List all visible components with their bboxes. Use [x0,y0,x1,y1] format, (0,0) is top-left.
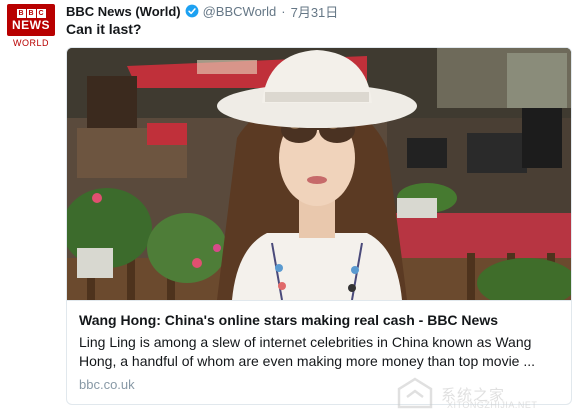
tweet-text: Can it last? [66,21,142,37]
photo-woman-in-sunhat-icon [67,48,571,300]
tweet-date[interactable]: 7月31日 [291,2,339,21]
verified-badge-icon [185,4,199,18]
card-image[interactable] [67,48,571,300]
watermark-site: XITONGZHIJIA.NET [447,400,538,410]
card-description: Ling Ling is among a slew of internet ce… [79,334,536,369]
bbc-news-logo: BBC NEWS [7,4,55,36]
avatar-world-label: WORLD [13,38,49,48]
bbc-blocks: BBC [16,8,46,18]
avatar[interactable]: BBC NEWS WORLD [6,4,56,50]
watermark: 系统之家 XITONGZHIJIA.NET [395,372,581,416]
link-card[interactable]: Wang Hong: China's online stars making r… [66,47,572,405]
header-separator: · [281,3,286,19]
avatar-news-label: NEWS [12,17,50,32]
tweet-header: BBC News (World) @BBCWorld · 7月31日 [66,2,339,21]
display-name[interactable]: BBC News (World) [66,4,181,19]
watermark-logo-icon [397,377,433,409]
card-title[interactable]: Wang Hong: China's online stars making r… [79,311,559,329]
account-handle[interactable]: @BBCWorld [203,4,277,19]
